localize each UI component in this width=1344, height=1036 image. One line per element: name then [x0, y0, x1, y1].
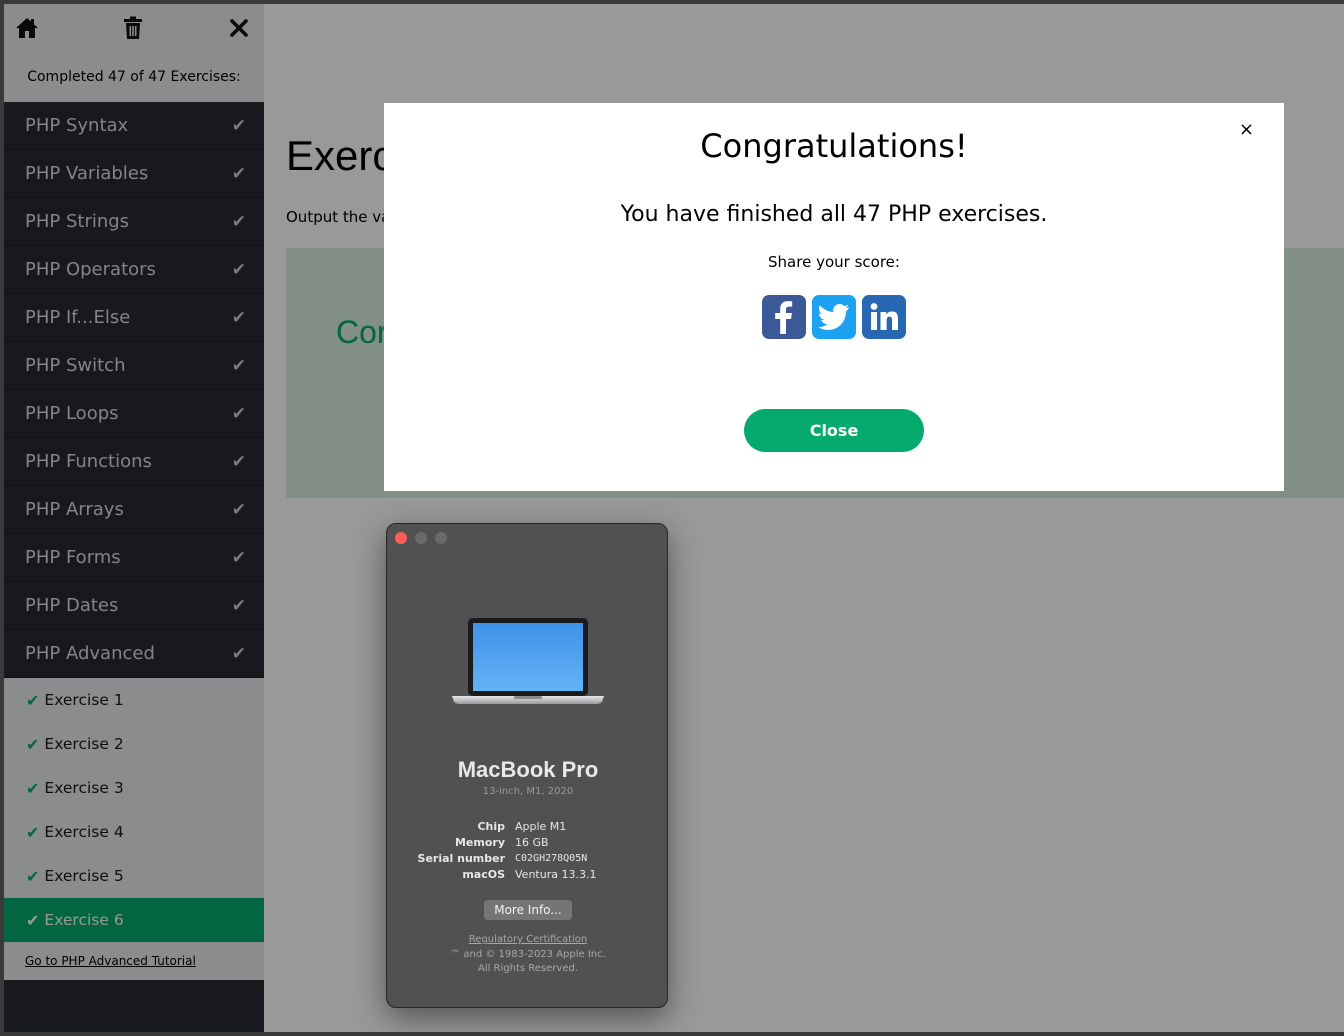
- spec-key: Serial number: [417, 851, 505, 865]
- device-name: MacBook Pro: [457, 757, 599, 782]
- congratulations-modal: × Congratulations! You have finished all…: [384, 103, 1284, 491]
- modal-message: You have finished all 47 PHP exercises.: [620, 202, 1048, 227]
- spec-key: macOS: [462, 867, 505, 881]
- window-zoom-button[interactable]: [435, 532, 447, 544]
- spec-row: Serial number C02GH278Q05N: [387, 850, 667, 866]
- rights-text: All Rights Reserved.: [477, 963, 579, 974]
- spec-value: Apple M1: [515, 819, 567, 833]
- modal-title: Congratulations!: [700, 127, 968, 165]
- spec-row: macOS Ventura 13.3.1: [387, 866, 667, 882]
- window-minimize-button[interactable]: [415, 532, 427, 544]
- browser-viewport: Exerc Output the va Cor Completed 47 of …: [4, 4, 1344, 1032]
- spec-key: Chip: [477, 819, 505, 833]
- spec-row: Chip Apple M1: [387, 818, 667, 834]
- share-icons: [762, 295, 906, 339]
- device-model: 13-inch, M1, 2020: [482, 786, 574, 797]
- spec-list: Chip Apple M1 Memory 16 GB Serial number C0…: [387, 818, 667, 882]
- more-info-button[interactable]: More Info...: [484, 900, 572, 920]
- copyright-text: ™ and © 1983-2023 Apple Inc.: [450, 949, 606, 960]
- share-label: Share your score:: [768, 253, 900, 271]
- spec-value: C02GH278Q05N: [515, 852, 588, 864]
- window-close-button[interactable]: [395, 532, 407, 544]
- regulatory-certification-link[interactable]: Regulatory Certification: [387, 934, 667, 945]
- close-button[interactable]: Close: [744, 409, 924, 452]
- spec-value: Ventura 13.3.1: [515, 867, 597, 881]
- spec-key: Memory: [454, 835, 505, 849]
- twitter-icon[interactable]: [812, 295, 856, 339]
- facebook-icon[interactable]: [762, 295, 806, 339]
- about-this-mac-window: MacBook Pro 13-inch, M1, 2020 Chip Apple …: [386, 523, 668, 1008]
- spec-value: 16 GB: [515, 835, 549, 849]
- macbook-pro-icon: [452, 618, 604, 704]
- spec-row: Memory 16 GB: [387, 834, 667, 850]
- linkedin-icon[interactable]: [862, 295, 906, 339]
